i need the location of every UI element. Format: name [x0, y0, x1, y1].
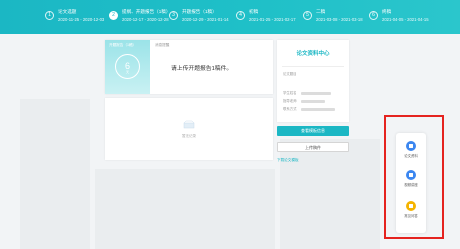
document-icon: [406, 141, 416, 151]
step-number: 6: [369, 11, 378, 20]
empty-text: 暂无记录: [182, 134, 196, 138]
step-title: 初稿: [249, 9, 259, 14]
step-dates: 2021-03-08 - 2021-03-18: [316, 17, 363, 22]
records-card: 暂无记录: [105, 98, 273, 160]
background-building: [20, 99, 90, 249]
info-row-label: 指导老师: [283, 99, 297, 103]
divider: [282, 66, 344, 67]
countdown-panel: 开题报告（1稿） 6 天: [105, 40, 150, 94]
redacted-value: [300, 91, 331, 95]
redacted-value: [300, 107, 335, 111]
info-title: 论文资料中心: [296, 51, 330, 57]
step-dates: 2020-12-29 - 2021-01-14: [182, 17, 229, 22]
status-label: 开题报告（1稿）: [109, 43, 137, 47]
status-card: 开题报告（1稿） 6 天 消息提醒 请上传开题报告1稿件。: [105, 40, 273, 94]
step-title: 提纲、开题报告（1稿）: [122, 9, 171, 14]
step-dates: 2020-12-17 - 2020-12-28: [122, 17, 169, 22]
side-item-faq[interactable]: 常见问答: [396, 201, 426, 223]
download-template-link[interactable]: 下载论文模板: [277, 158, 299, 163]
info-section-label: 论文题目: [283, 72, 297, 76]
faq-icon: [406, 201, 416, 211]
countdown-unit: 天: [125, 70, 129, 74]
info-row: 联系方式: [283, 106, 335, 111]
step-dates: 2021-01-25 - 2021-02-17: [249, 17, 296, 22]
side-item-thesis-materials[interactable]: 论文资料: [396, 141, 426, 163]
step-title: 二稿: [316, 9, 326, 14]
background-building: [95, 169, 275, 249]
info-row-label: 联系方式: [283, 107, 297, 111]
side-item-label: 常见问答: [404, 214, 418, 218]
side-item-video-lectures[interactable]: 视频讲座: [396, 170, 426, 192]
step-number: 3: [169, 11, 178, 20]
message-text: 请上传开题报告1稿件。: [171, 66, 233, 72]
step-dates: 2021-04-05 - 2021-04-15: [382, 17, 429, 22]
side-item-label: 视频讲座: [404, 183, 418, 187]
side-item-label: 论文资料: [404, 154, 418, 158]
countdown-ring: 6 天: [115, 54, 140, 79]
floating-side-panel: 论文资料 视频讲座 常见问答: [396, 133, 426, 233]
step-number: 5: [303, 11, 312, 20]
step-title: 开题报告（1稿）: [182, 9, 217, 14]
step-number: 2: [109, 11, 118, 20]
info-row: 指导老师: [283, 98, 325, 103]
info-row-label: 学生姓名: [283, 91, 297, 95]
view-template-button[interactable]: 查看模板信息: [277, 126, 349, 136]
step-title: 终稿: [382, 9, 392, 14]
message-label: 消息提醒: [155, 43, 170, 47]
info-card: 论文资料中心 论文题目 学生姓名 指导老师 联系方式: [277, 40, 349, 122]
step-number: 1: [45, 11, 54, 20]
background-building: [280, 139, 380, 249]
upload-draft-button[interactable]: 上传稿件: [277, 142, 349, 152]
redacted-value: [300, 99, 325, 103]
empty-box-icon: [183, 120, 195, 129]
step-dates: 2020-11-25 - 2020-12-03: [58, 17, 105, 22]
progress-header: 1 论文选题 2020-11-25 - 2020-12-03 2 提纲、开题报告…: [0, 0, 460, 34]
step-title: 论文选题: [58, 9, 77, 14]
info-row: 学生姓名: [283, 90, 331, 95]
video-icon: [406, 170, 416, 180]
step-number: 4: [236, 11, 245, 20]
